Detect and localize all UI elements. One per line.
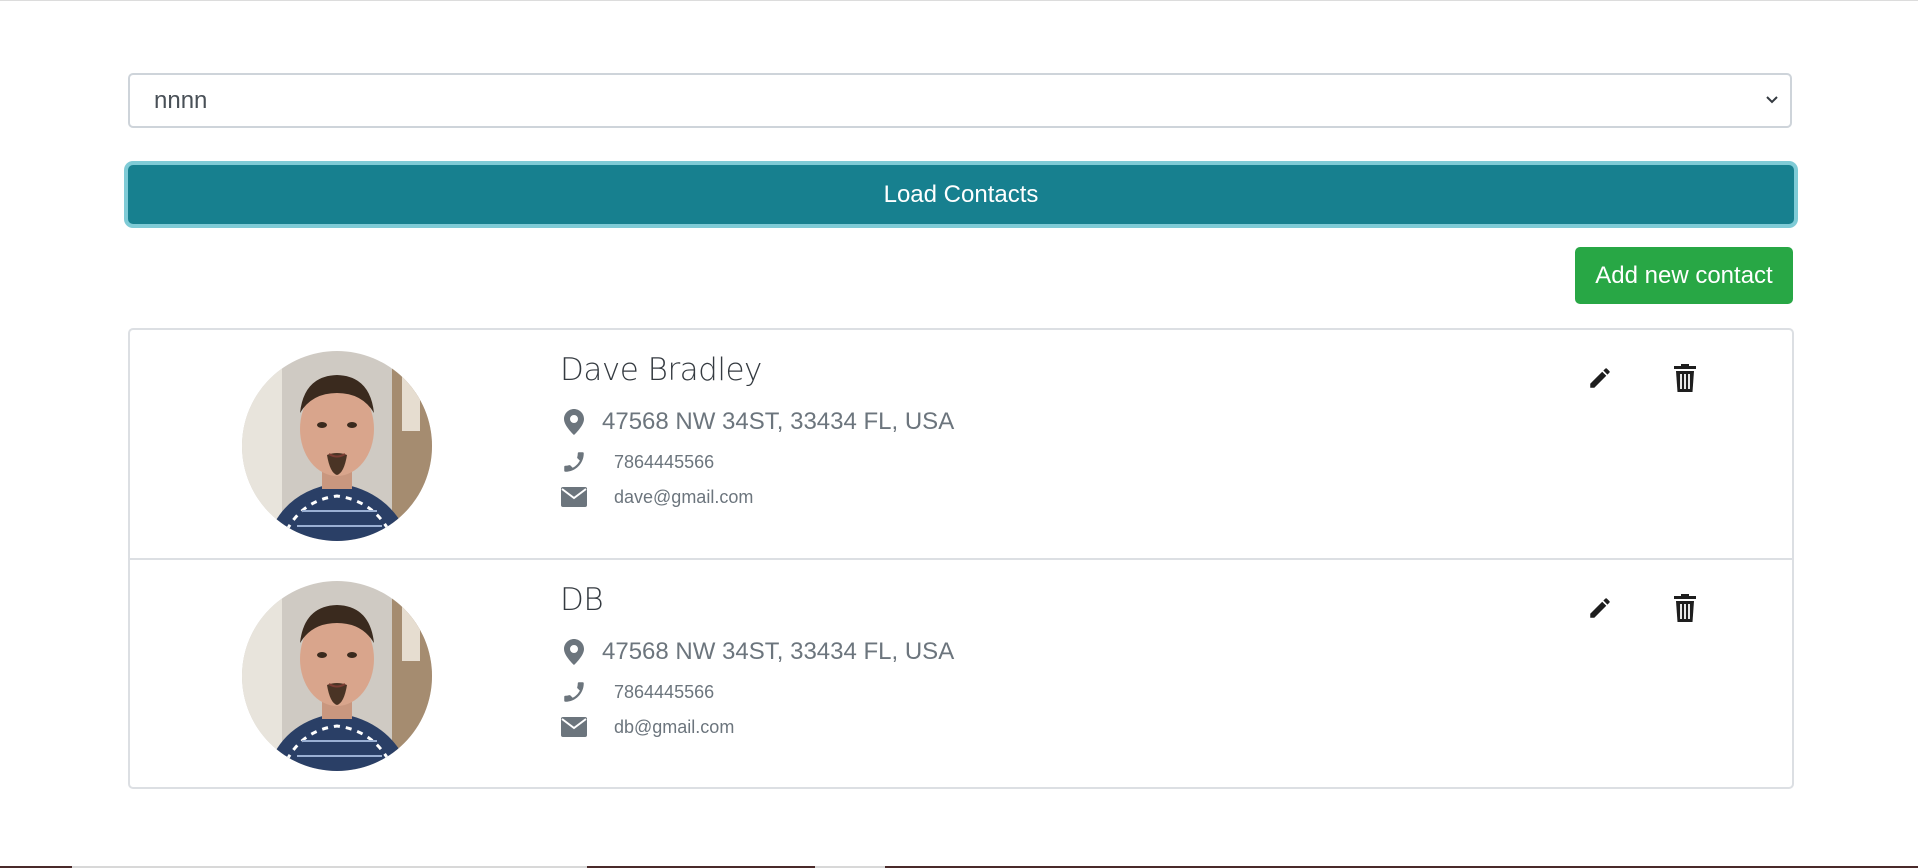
- pencil-icon: [1590, 368, 1610, 388]
- avatar: [242, 581, 432, 771]
- top-border: [0, 0, 1918, 1]
- contact-row: Dave Bradley 47568 NW 34ST, 33434 FL, US…: [130, 330, 1792, 558]
- trash-icon: [1674, 364, 1696, 392]
- contact-row: DB 47568 NW 34ST, 33434 FL, USA 78644455…: [130, 558, 1792, 788]
- envelope-icon: [560, 713, 588, 741]
- avatar: [242, 351, 432, 541]
- map-marker-icon: [560, 408, 588, 436]
- contact-phone: 7864445566: [560, 448, 714, 476]
- chevron-down-icon: [1766, 95, 1778, 103]
- phone-icon: [560, 678, 588, 706]
- edit-contact-button[interactable]: [1582, 590, 1618, 626]
- envelope-icon: [560, 483, 588, 511]
- delete-contact-button[interactable]: [1667, 360, 1703, 396]
- contact-email: db@gmail.com: [560, 713, 734, 741]
- load-contacts-button[interactable]: Load Contacts: [128, 165, 1794, 224]
- edit-contact-button[interactable]: [1582, 360, 1618, 396]
- contact-phone: 7864445566: [560, 678, 714, 706]
- contact-name: Dave Bradley: [560, 352, 762, 388]
- contact-list-select[interactable]: nnnn: [128, 73, 1792, 128]
- pencil-icon: [1590, 598, 1610, 618]
- trash-icon: [1674, 594, 1696, 622]
- add-new-contact-button[interactable]: Add new contact: [1575, 247, 1793, 304]
- select-value: nnnn: [154, 86, 208, 114]
- contact-address: 47568 NW 34ST, 33434 FL, USA: [560, 638, 954, 666]
- map-marker-icon: [560, 638, 588, 666]
- email-text: db@gmail.com: [614, 716, 735, 737]
- phone-text: 7864445566: [614, 451, 715, 472]
- contact-list: Dave Bradley 47568 NW 34ST, 33434 FL, US…: [128, 328, 1794, 789]
- address-text: 47568 NW 34ST, 33434 FL, USA: [602, 638, 955, 665]
- email-text: dave@gmail.com: [614, 486, 754, 507]
- delete-contact-button[interactable]: [1667, 590, 1703, 626]
- phone-text: 7864445566: [614, 681, 715, 702]
- contact-address: 47568 NW 34ST, 33434 FL, USA: [560, 408, 954, 436]
- contact-email: dave@gmail.com: [560, 483, 753, 511]
- contact-name: DB: [560, 582, 604, 618]
- phone-icon: [560, 448, 588, 476]
- address-text: 47568 NW 34ST, 33434 FL, USA: [602, 408, 955, 435]
